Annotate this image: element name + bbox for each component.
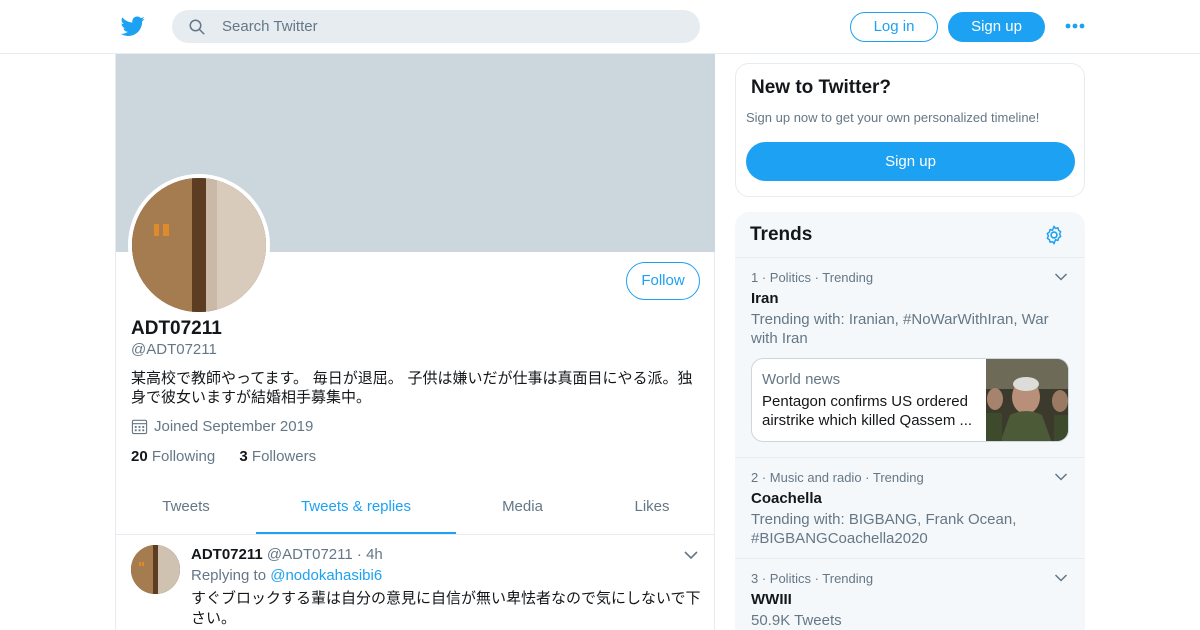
profile-column: Follow ADT07211 @ADT07211 某高校で教師やってます。 毎…: [115, 54, 715, 630]
trend-name[interactable]: WWIII: [751, 591, 792, 608]
profile-display-name: ADT07211: [131, 318, 222, 339]
news-card[interactable]: World news Pentagon confirms US ordered …: [751, 358, 1069, 442]
chevron-down-icon[interactable]: [1054, 472, 1068, 482]
tab-tweets-and-replies[interactable]: Tweets & replies: [256, 486, 456, 534]
signup-prompt-button[interactable]: Sign up: [746, 142, 1075, 181]
following-count: 20: [131, 448, 148, 465]
tab-tweets[interactable]: Tweets: [116, 486, 256, 534]
gear-icon[interactable]: [1043, 224, 1065, 246]
signup-prompt-title: New to Twitter?: [751, 77, 892, 98]
top-navigation-bar: Log in Sign up: [0, 0, 1200, 54]
trend-name[interactable]: Coachella: [751, 490, 822, 507]
follow-button[interactable]: Follow: [626, 262, 700, 300]
profile-tabs: Tweets Tweets & replies Media Likes: [116, 486, 715, 535]
following-label: Following: [151, 448, 216, 465]
profile-joined: Joined September 2019: [131, 418, 313, 435]
tab-likes[interactable]: Likes: [589, 486, 715, 534]
trends-panel: Trends 1 · Politics · Trending Iran Tren…: [735, 212, 1085, 630]
tweet-replying-to: Replying to @nodokahasibi6: [191, 567, 382, 584]
trend-related: 50.9K Tweets: [751, 612, 842, 629]
trend-item[interactable]: 2 · Music and radio · Trending Coachella…: [735, 457, 1085, 558]
chevron-down-icon[interactable]: [1054, 573, 1068, 583]
followers-label: Followers: [251, 448, 317, 465]
more-dots-icon[interactable]: [1064, 20, 1086, 32]
trend-context: 2 · Music and radio · Trending: [751, 470, 924, 485]
twitter-bird-icon[interactable]: [120, 14, 146, 38]
signup-prompt-card: New to Twitter? Sign up now to get your …: [735, 63, 1085, 197]
trend-related: Trending with: BIGBANG, Frank Ocean, #BI…: [751, 511, 1017, 547]
tweet-text: すぐブロックする輩は自分の意見に自信が無い卑怯者なので気にしないで下さい。: [191, 589, 701, 627]
replying-to-link[interactable]: @nodokahasibi6: [270, 567, 382, 584]
news-card-image: [986, 359, 1068, 441]
trend-context: 3 · Politics · Trending: [751, 571, 874, 586]
profile-stats: 20 Following 3 Followers: [131, 448, 316, 465]
tweet-header: ADT07211 @ADT07211 · 4h: [191, 546, 383, 563]
tweet-item[interactable]: ADT07211 @ADT07211 · 4h Replying to @nod…: [116, 535, 715, 630]
profile-handle[interactable]: @ADT07211: [131, 341, 217, 358]
joined-date-text: Joined September 2019: [154, 418, 314, 435]
tweet-avatar-photo: [131, 545, 180, 594]
trend-related: Trending with: Iranian, #NoWarWithIran, …: [751, 311, 1049, 347]
trend-item[interactable]: 1 · Politics · Trending Iran Trending wi…: [735, 257, 1085, 458]
signup-prompt-subtitle: Sign up now to get your own personalized…: [746, 110, 1040, 125]
tweet-author-handle[interactable]: @ADT07211: [267, 546, 353, 563]
search-icon: [189, 19, 205, 35]
news-card-source: World news: [762, 371, 841, 388]
search-box[interactable]: [172, 10, 700, 43]
profile-avatar[interactable]: [128, 174, 270, 316]
login-button[interactable]: Log in: [850, 12, 938, 42]
following-link[interactable]: 20 Following: [131, 448, 215, 465]
trend-context: 1 · Politics · Trending: [751, 270, 874, 285]
chevron-down-icon[interactable]: [683, 549, 699, 561]
avatar-photo: [132, 178, 266, 312]
trend-name[interactable]: Iran: [751, 290, 779, 307]
tab-media[interactable]: Media: [456, 486, 589, 534]
tweet-avatar[interactable]: [131, 545, 180, 594]
followers-link[interactable]: 3 Followers: [239, 448, 316, 465]
tweet-separator: ·: [356, 546, 362, 563]
trend-item[interactable]: 3 · Politics · Trending WWIII 50.9K Twee…: [735, 558, 1085, 630]
followers-count: 3: [239, 448, 248, 465]
news-card-headline: Pentagon confirms US ordered airstrike w…: [762, 393, 973, 429]
profile-bio: 某高校で教師やってます。 毎日が退屈。 子供は嫌いだが仕事は真面目にやる派。独身…: [131, 369, 693, 406]
search-input[interactable]: [222, 10, 682, 43]
signup-button[interactable]: Sign up: [948, 12, 1045, 42]
tweet-author-name[interactable]: ADT07211: [191, 546, 263, 563]
chevron-down-icon[interactable]: [1054, 272, 1068, 282]
replying-prefix: Replying to: [191, 567, 267, 584]
trends-title: Trends: [750, 224, 813, 245]
calendar-icon: [131, 419, 148, 435]
tweet-time[interactable]: 4h: [366, 546, 383, 563]
